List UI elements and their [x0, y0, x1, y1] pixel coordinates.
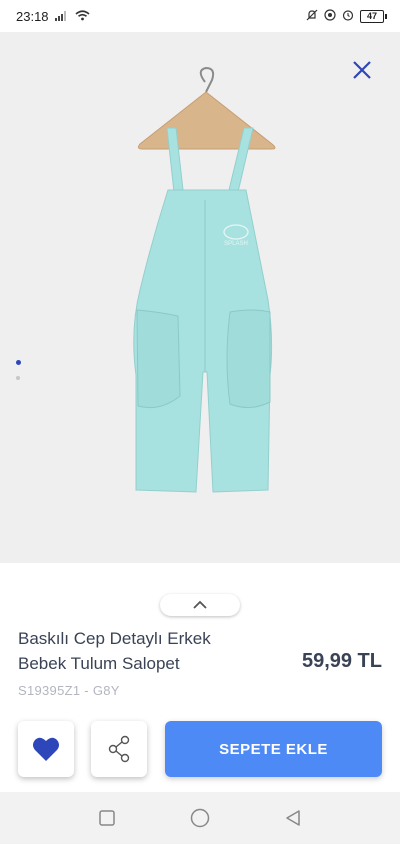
square-icon — [98, 810, 115, 826]
mute-icon — [306, 9, 318, 24]
close-button[interactable] — [348, 56, 376, 84]
add-to-cart-button[interactable]: SEPETE EKLE — [165, 721, 382, 777]
data-saver-icon — [324, 8, 336, 24]
nav-home-button[interactable] — [180, 798, 220, 838]
heart-icon — [33, 737, 59, 761]
product-title: Baskılı Cep Detaylı Erkek Bebek Tulum Sa… — [18, 629, 211, 673]
expand-details-button[interactable] — [160, 594, 240, 616]
status-bar: 23:18 47 — [0, 0, 400, 32]
chevron-up-icon — [193, 600, 207, 609]
status-left: 23:18 — [16, 9, 90, 24]
triangle-back-icon — [286, 810, 301, 826]
favorite-button[interactable] — [18, 721, 74, 777]
system-nav-bar — [0, 792, 400, 844]
signal-icon — [54, 9, 69, 24]
product-image-gallery[interactable]: SPLASH — [0, 32, 400, 563]
share-icon — [108, 735, 130, 763]
product-image: SPLASH — [133, 66, 276, 493]
print-text: SPLASH — [224, 241, 248, 247]
share-button[interactable] — [91, 721, 147, 777]
close-icon — [353, 61, 371, 79]
gallery-dot[interactable] — [16, 376, 20, 380]
gallery-indicator — [16, 360, 21, 391]
status-right: 47 — [306, 8, 387, 24]
circle-icon — [190, 808, 210, 828]
battery-icon: 47 — [360, 9, 387, 23]
nav-recents-button[interactable] — [87, 798, 127, 838]
alarm-icon — [342, 9, 354, 24]
status-time: 23:18 — [16, 8, 49, 24]
wifi-icon — [75, 9, 90, 24]
nav-back-button[interactable] — [273, 798, 313, 838]
gallery-dot-active[interactable] — [16, 360, 21, 365]
product-code: S19395Z1 - G8Y — [18, 683, 120, 698]
product-price: 59,99 TL — [301, 650, 382, 672]
